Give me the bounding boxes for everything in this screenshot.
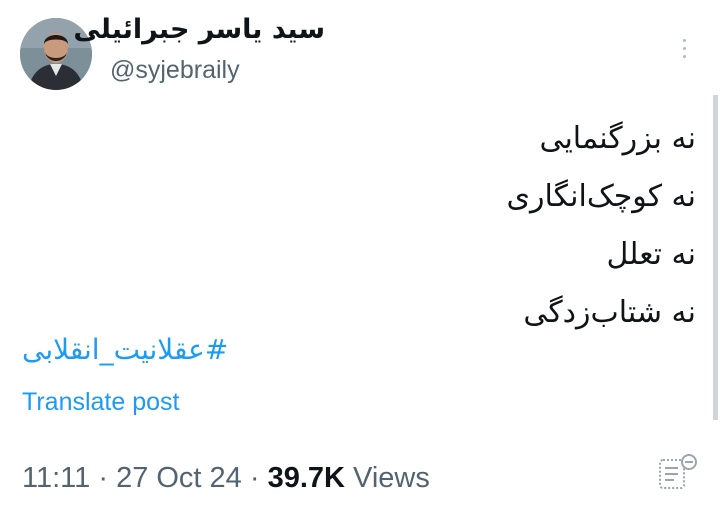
post-metadata: 11:11 · 27 Oct 24 · 39.7K Views <box>22 462 430 495</box>
post-date[interactable]: 27 Oct 24 <box>116 462 242 494</box>
tweet-text: نه بزرگنمایی نه کوچک‌انگاری نه تعلل نه ش… <box>506 110 696 342</box>
tweet-line: نه بزرگنمایی <box>539 121 696 156</box>
more-vertical-icon-dot <box>682 46 686 50</box>
translate-post-link[interactable]: Translate post <box>22 388 179 417</box>
views-label: Views <box>344 462 430 494</box>
views-count: 39.7K <box>267 462 345 494</box>
post-analytics-icon[interactable] <box>656 452 700 492</box>
post-time[interactable]: 11:11 <box>22 462 90 494</box>
hashtag-link[interactable]: #عقلانیت_انقلابی <box>22 333 228 366</box>
more-vertical-icon-dot <box>682 54 686 58</box>
tweet-line: نه تعلل <box>606 237 696 272</box>
author-handle[interactable]: @syjebraily <box>110 56 240 85</box>
more-options-button[interactable] <box>672 28 696 68</box>
scrollbar[interactable] <box>713 95 718 420</box>
tweet-line: نه کوچک‌انگاری <box>506 179 696 214</box>
meta-separator: · <box>90 462 117 494</box>
meta-separator: · <box>241 462 268 494</box>
more-vertical-icon <box>682 38 686 42</box>
tweet-line: نه شتاب‌زدگی <box>523 295 696 330</box>
author-display-name[interactable]: سید یاسر جبرائیلی <box>73 14 325 45</box>
